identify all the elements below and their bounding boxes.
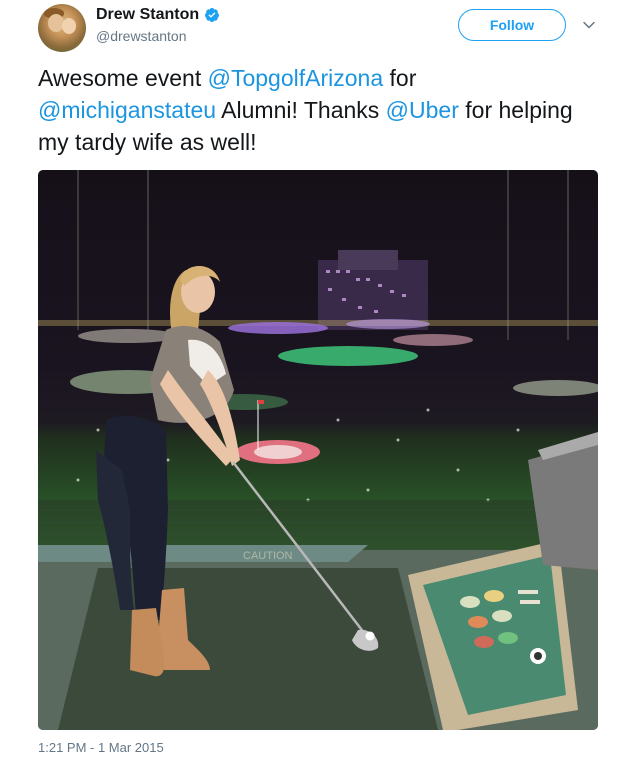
follow-button[interactable]: Follow bbox=[458, 9, 566, 41]
avatar-face bbox=[62, 18, 76, 34]
photo-scene: CAUTION bbox=[38, 170, 598, 730]
red-target-center bbox=[254, 445, 302, 459]
tweet-header: Drew Stanton @drewstanton Follow bbox=[38, 4, 608, 52]
handle[interactable]: @drewstanton bbox=[96, 28, 186, 44]
turf-mat bbox=[58, 568, 438, 730]
verified-badge-icon bbox=[205, 8, 220, 22]
tweet-timestamp[interactable]: 1:21 PM - 1 Mar 2015 bbox=[38, 740, 164, 755]
text-segment: for bbox=[383, 65, 417, 91]
purple-target bbox=[228, 322, 328, 334]
flag bbox=[258, 400, 264, 404]
green-target bbox=[278, 346, 418, 366]
distant-building bbox=[338, 250, 398, 270]
purple-target bbox=[346, 319, 430, 329]
white-target bbox=[513, 380, 598, 396]
avatar[interactable] bbox=[38, 4, 86, 52]
pink-target bbox=[393, 334, 473, 346]
display-name[interactable]: Drew Stanton bbox=[96, 6, 199, 24]
mention-link[interactable]: @Uber bbox=[386, 97, 459, 123]
golf-ball bbox=[365, 631, 375, 641]
mention-link[interactable]: @michiganstateu bbox=[38, 97, 216, 123]
caution-text: CAUTION bbox=[243, 550, 293, 562]
chevron-down-icon[interactable] bbox=[582, 18, 596, 32]
caution-strip bbox=[38, 545, 368, 562]
name-row: Drew Stanton bbox=[96, 6, 220, 24]
tweet-text: Awesome event @TopgolfArizona for @michi… bbox=[38, 62, 598, 158]
mention-link[interactable]: @TopgolfArizona bbox=[208, 65, 384, 91]
tweet-photo[interactable]: CAUTION bbox=[38, 170, 598, 730]
text-segment: Awesome event bbox=[38, 65, 208, 91]
text-segment: Alumni! Thanks bbox=[216, 97, 386, 123]
